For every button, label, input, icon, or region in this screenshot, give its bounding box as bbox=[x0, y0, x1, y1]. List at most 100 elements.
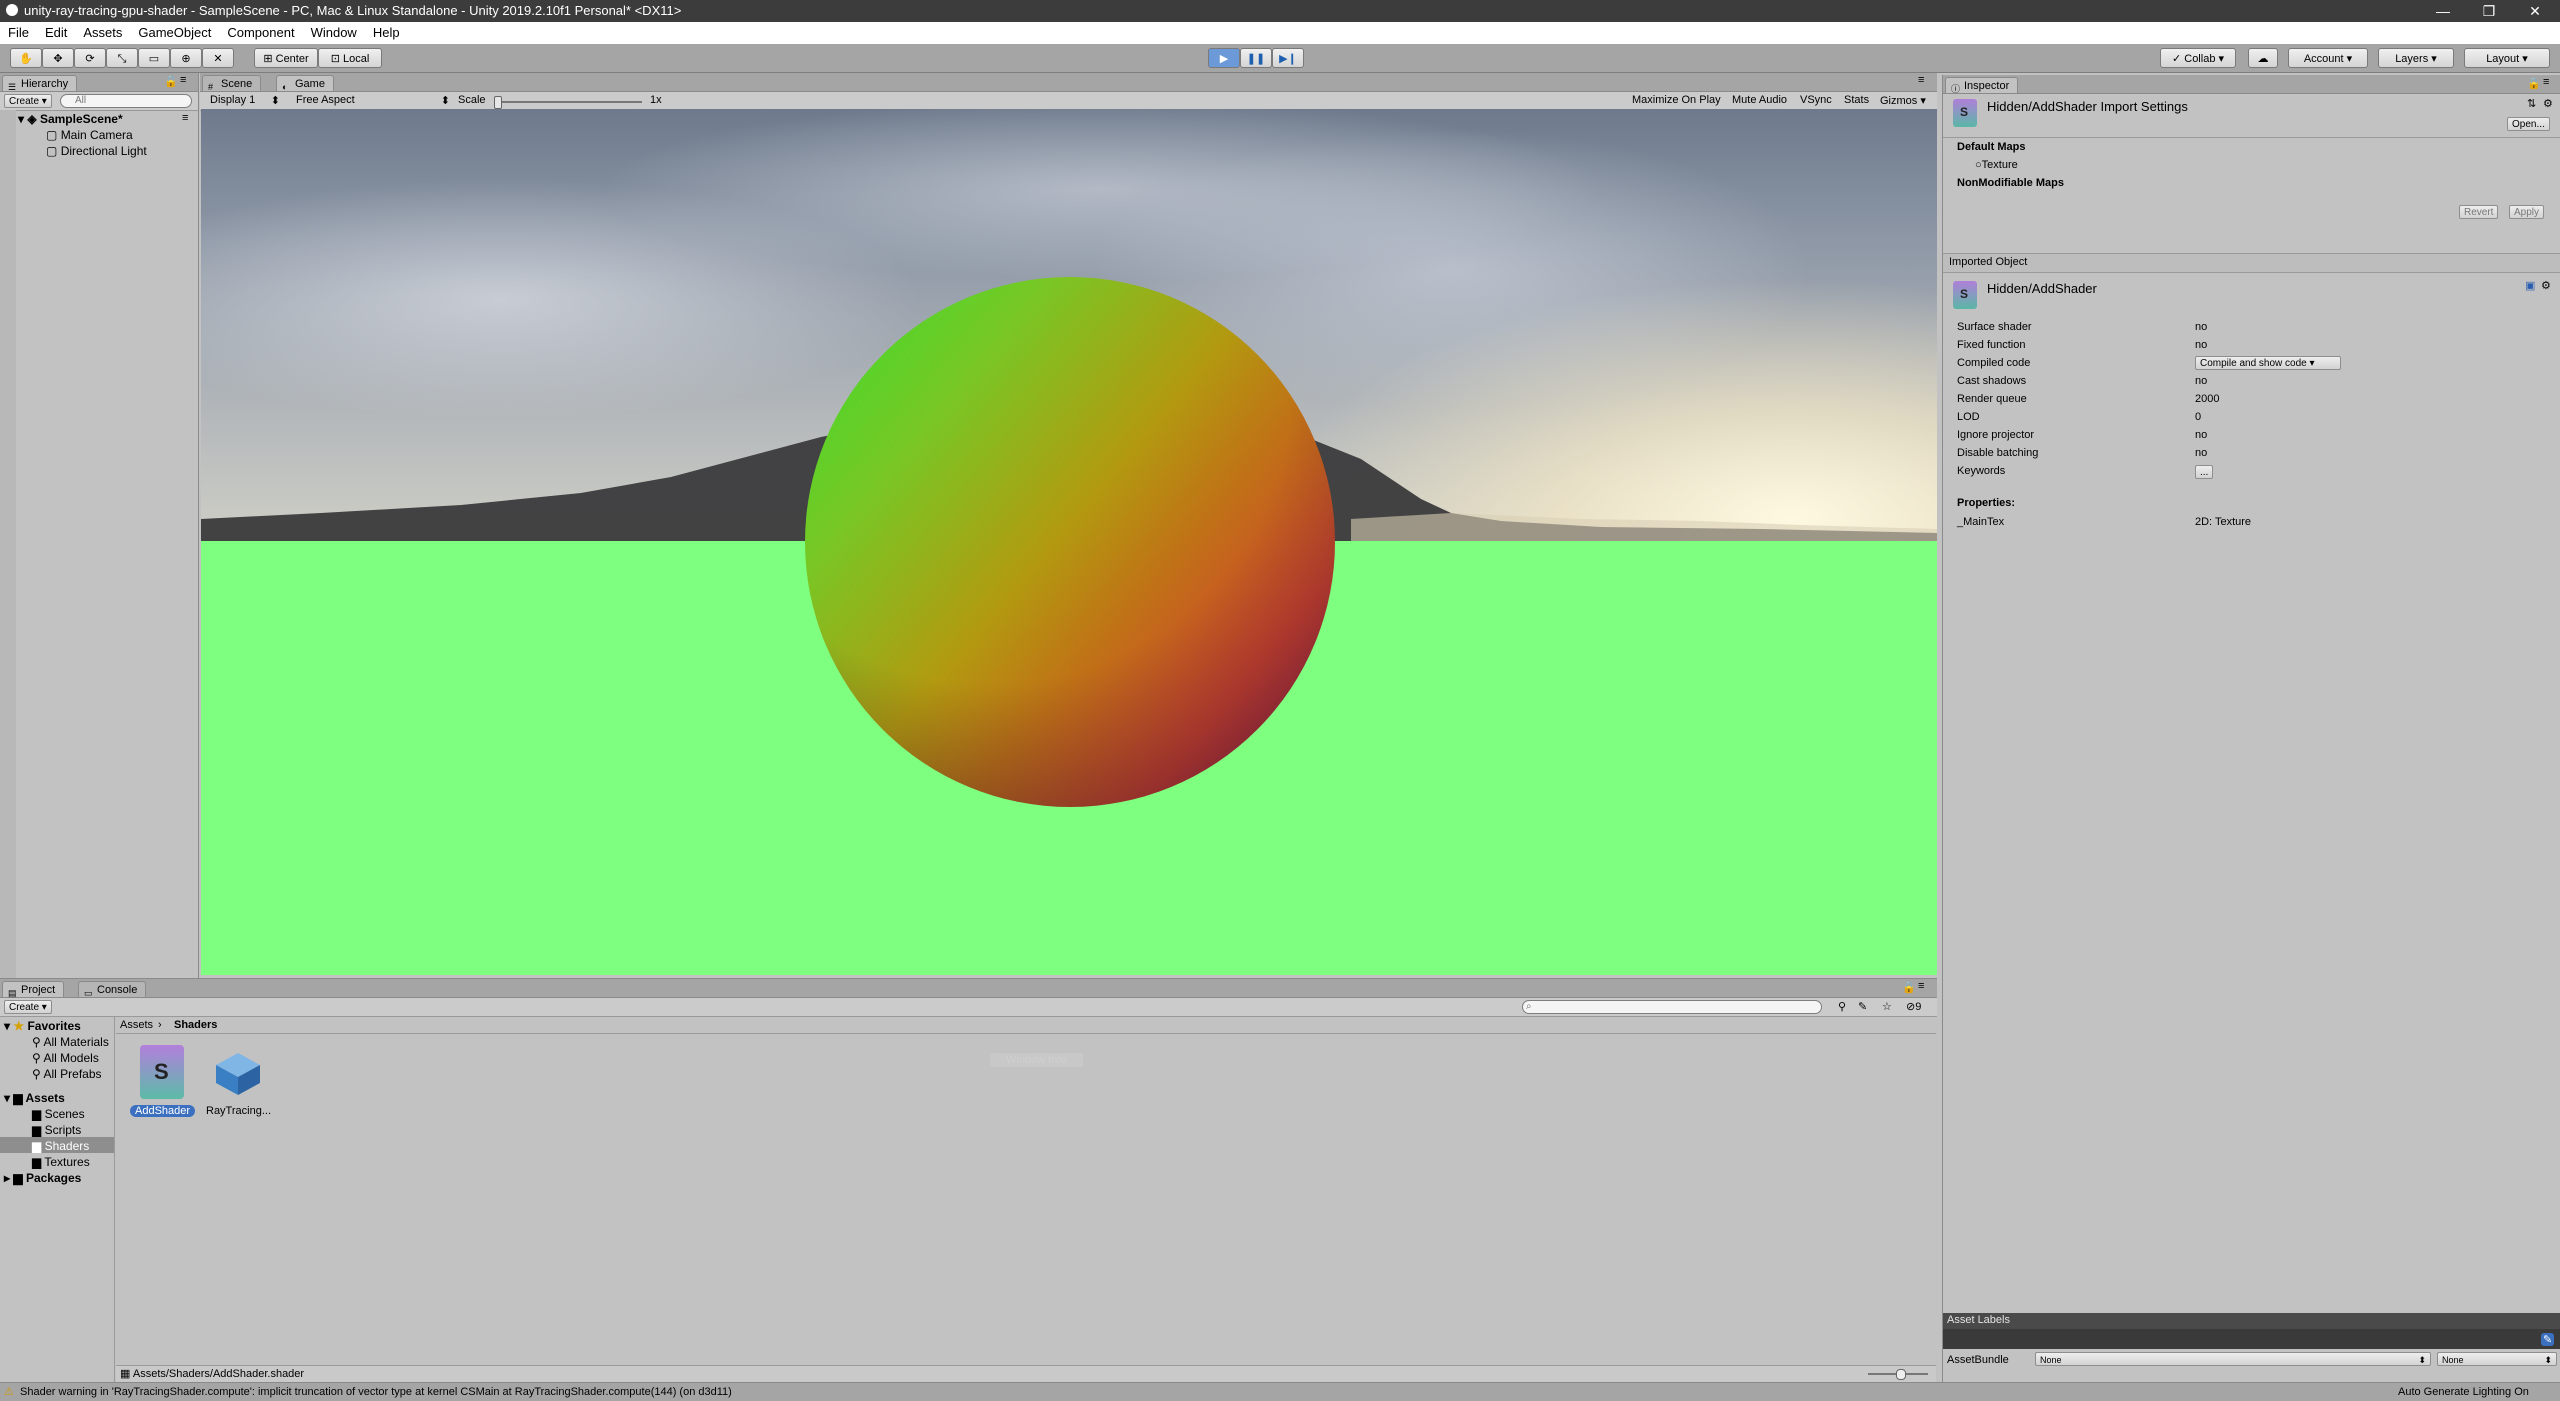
project-search-input[interactable]: ⌕ bbox=[1522, 1000, 1822, 1014]
window-title: unity-ray-tracing-gpu-shader - SampleSce… bbox=[24, 3, 682, 18]
search-by-label-icon[interactable]: ✎ bbox=[1858, 1000, 1867, 1013]
move-tool-icon[interactable]: ✥ bbox=[42, 48, 74, 68]
compute-shader-icon bbox=[212, 1047, 264, 1099]
property-type: 2D: Texture bbox=[2195, 516, 2252, 528]
file-raytracing[interactable]: RayTracing... bbox=[200, 1045, 280, 1121]
menu-edit[interactable]: Edit bbox=[37, 22, 75, 44]
maximize-on-play-toggle[interactable]: Maximize On Play bbox=[1632, 94, 1721, 106]
panel-menu-icon[interactable]: ≡ bbox=[1918, 980, 1924, 992]
layers-dropdown[interactable]: Layers ▾ bbox=[2378, 48, 2454, 68]
breadcrumb-shaders[interactable]: Shaders bbox=[174, 1019, 217, 1031]
breadcrumb-assets[interactable]: Assets bbox=[120, 1019, 153, 1031]
cloud-button[interactable]: ☁ bbox=[2248, 48, 2278, 68]
scale-slider-track[interactable] bbox=[494, 101, 642, 103]
scale-slider-thumb[interactable] bbox=[494, 96, 502, 109]
status-message[interactable]: Shader warning in 'RayTracingShader.comp… bbox=[20, 1383, 732, 1401]
aspect-dropdown[interactable]: Free Aspect ⬍ bbox=[296, 94, 452, 107]
menu-window[interactable]: Window bbox=[303, 22, 365, 44]
collab-button[interactable]: ✓ Collab ▾ bbox=[2160, 48, 2236, 68]
favorite-all-prefabs[interactable]: ⚲ All Prefabs bbox=[32, 1067, 102, 1081]
menu-assets[interactable]: Assets bbox=[75, 22, 130, 44]
pause-button[interactable]: ❚❚ bbox=[1240, 48, 1272, 68]
assets-node[interactable]: ▾ ▆ Assets bbox=[4, 1091, 65, 1105]
scene-root[interactable]: ▾ ◈ SampleScene* bbox=[18, 112, 123, 126]
file-addshader[interactable]: S AddShader bbox=[122, 1045, 202, 1121]
settings-gear-icon[interactable]: ⚙ bbox=[2543, 97, 2553, 110]
tab-project[interactable]: ▤ Project bbox=[2, 981, 65, 998]
imported-object-label: Imported Object bbox=[1949, 256, 2028, 268]
transform-tool-icon[interactable]: ⊕ bbox=[170, 48, 202, 68]
tab-hierarchy[interactable]: ☰ Hierarchy bbox=[2, 75, 78, 92]
custom-tool-icon[interactable]: ✕ bbox=[202, 48, 234, 68]
icon-size-slider-thumb[interactable] bbox=[1896, 1369, 1906, 1380]
search-by-type-icon[interactable]: ⚲ bbox=[1838, 1000, 1846, 1013]
scene-menu-icon[interactable]: ≡ bbox=[182, 112, 188, 124]
folder-scenes[interactable]: ▆ Scenes bbox=[32, 1107, 85, 1121]
play-icon: ▶ bbox=[1219, 53, 1229, 65]
tab-game[interactable]: ◐ Game bbox=[276, 75, 334, 92]
tab-scene[interactable]: # Scene bbox=[202, 75, 262, 92]
apply-button[interactable]: Apply bbox=[2509, 205, 2545, 219]
unity-scene-icon: ◈ bbox=[27, 112, 37, 126]
texture-slot[interactable]: ○Texture bbox=[1975, 159, 2018, 171]
menu-gameobject[interactable]: GameObject bbox=[130, 22, 219, 44]
gizmos-dropdown[interactable]: Gizmos ▾ bbox=[1880, 94, 1926, 107]
pivot-center-button[interactable]: ⊞ Center bbox=[254, 48, 318, 68]
hand-tool-icon[interactable]: ✋ bbox=[10, 48, 42, 68]
menu-file[interactable]: File bbox=[0, 22, 37, 44]
preset-icon[interactable]: ⇅ bbox=[2527, 97, 2536, 110]
texture-dot-icon: ○ bbox=[1975, 159, 1982, 171]
panel-menu-icon[interactable]: ≡ bbox=[2543, 76, 2549, 88]
lock-icon[interactable]: 🔒 bbox=[2527, 77, 2541, 90]
auto-generate-lighting[interactable]: Auto Generate Lighting On bbox=[2398, 1383, 2529, 1401]
assetbundle-dropdown[interactable]: None ⬍ bbox=[2035, 1352, 2431, 1366]
pivot-local-button[interactable]: ⊡ Local bbox=[318, 48, 382, 68]
hierarchy-item-directional-light[interactable]: ▢ Directional Light bbox=[46, 144, 147, 158]
packages-node[interactable]: ▸ ▆ Packages bbox=[4, 1171, 81, 1185]
menu-help[interactable]: Help bbox=[365, 22, 408, 44]
revert-button[interactable]: Revert bbox=[2459, 205, 2499, 219]
favorite-all-models[interactable]: ⚲ All Models bbox=[32, 1051, 99, 1065]
mute-audio-toggle[interactable]: Mute Audio bbox=[1732, 94, 1787, 106]
open-button[interactable]: Open... bbox=[2507, 117, 2550, 131]
step-button[interactable]: ▶❙ bbox=[1272, 48, 1304, 68]
minimize-button[interactable]: — bbox=[2420, 0, 2466, 22]
layout-dropdown[interactable]: Layout ▾ bbox=[2464, 48, 2550, 68]
panel-menu-icon[interactable]: ≡ bbox=[180, 74, 186, 86]
game-viewport[interactable] bbox=[201, 109, 1937, 975]
play-button[interactable]: ▶ bbox=[1208, 48, 1240, 68]
hidden-packages-icon[interactable]: ⊘9 bbox=[1906, 1000, 1921, 1013]
folder-shaders[interactable]: ▆ Shaders bbox=[32, 1139, 89, 1153]
assetbundle-variant-dropdown[interactable]: None ⬍ bbox=[2437, 1352, 2557, 1366]
rotate-tool-icon[interactable]: ⟳ bbox=[74, 48, 106, 68]
lock-icon[interactable]: 🔒 bbox=[1902, 981, 1916, 994]
folder-scripts[interactable]: ▆ Scripts bbox=[32, 1123, 81, 1137]
tab-inspector[interactable]: ⓘ Inspector bbox=[1945, 77, 2019, 94]
favorites-node[interactable]: ▾ ★ Favorites bbox=[4, 1019, 81, 1033]
lock-icon[interactable]: 🔒 bbox=[164, 75, 178, 88]
hierarchy-search-input[interactable]: All bbox=[60, 94, 192, 108]
display-dropdown[interactable]: Display 1 ⬍ bbox=[210, 94, 282, 107]
rect-tool-icon[interactable]: ▭ bbox=[138, 48, 170, 68]
account-dropdown[interactable]: Account ▾ bbox=[2288, 48, 2368, 68]
folder-textures[interactable]: ▆ Textures bbox=[32, 1155, 90, 1169]
scale-tool-icon[interactable]: ⤡ bbox=[106, 48, 138, 68]
vsync-toggle[interactable]: VSync bbox=[1800, 94, 1832, 106]
project-create-button[interactable]: Create ▾ bbox=[4, 1000, 52, 1014]
settings-gear-icon[interactable]: ⚙ bbox=[2541, 279, 2551, 292]
maximize-button[interactable]: ❐ bbox=[2466, 0, 2512, 22]
status-bar: ⚠ Shader warning in 'RayTracingShader.co… bbox=[0, 1382, 2560, 1401]
hierarchy-create-button[interactable]: Create ▾ bbox=[4, 94, 52, 108]
keywords-button[interactable]: ... bbox=[2195, 465, 2214, 479]
label-tag-icon[interactable]: ✎ bbox=[2541, 1333, 2555, 1346]
help-book-icon[interactable]: ▣ bbox=[2525, 279, 2535, 292]
favorite-star-icon[interactable]: ☆ bbox=[1882, 1000, 1892, 1013]
favorite-all-materials[interactable]: ⚲ All Materials bbox=[32, 1035, 109, 1049]
tab-console[interactable]: ▭ Console bbox=[78, 981, 147, 998]
stats-toggle[interactable]: Stats bbox=[1844, 94, 1869, 106]
panel-menu-icon[interactable]: ≡ bbox=[1918, 74, 1924, 86]
menu-component[interactable]: Component bbox=[219, 22, 302, 44]
hierarchy-item-main-camera[interactable]: ▢ Main Camera bbox=[46, 128, 133, 142]
close-button[interactable]: ✕ bbox=[2512, 0, 2558, 22]
compile-and-show-code-dropdown[interactable]: Compile and show code ▾ bbox=[2195, 356, 2341, 370]
